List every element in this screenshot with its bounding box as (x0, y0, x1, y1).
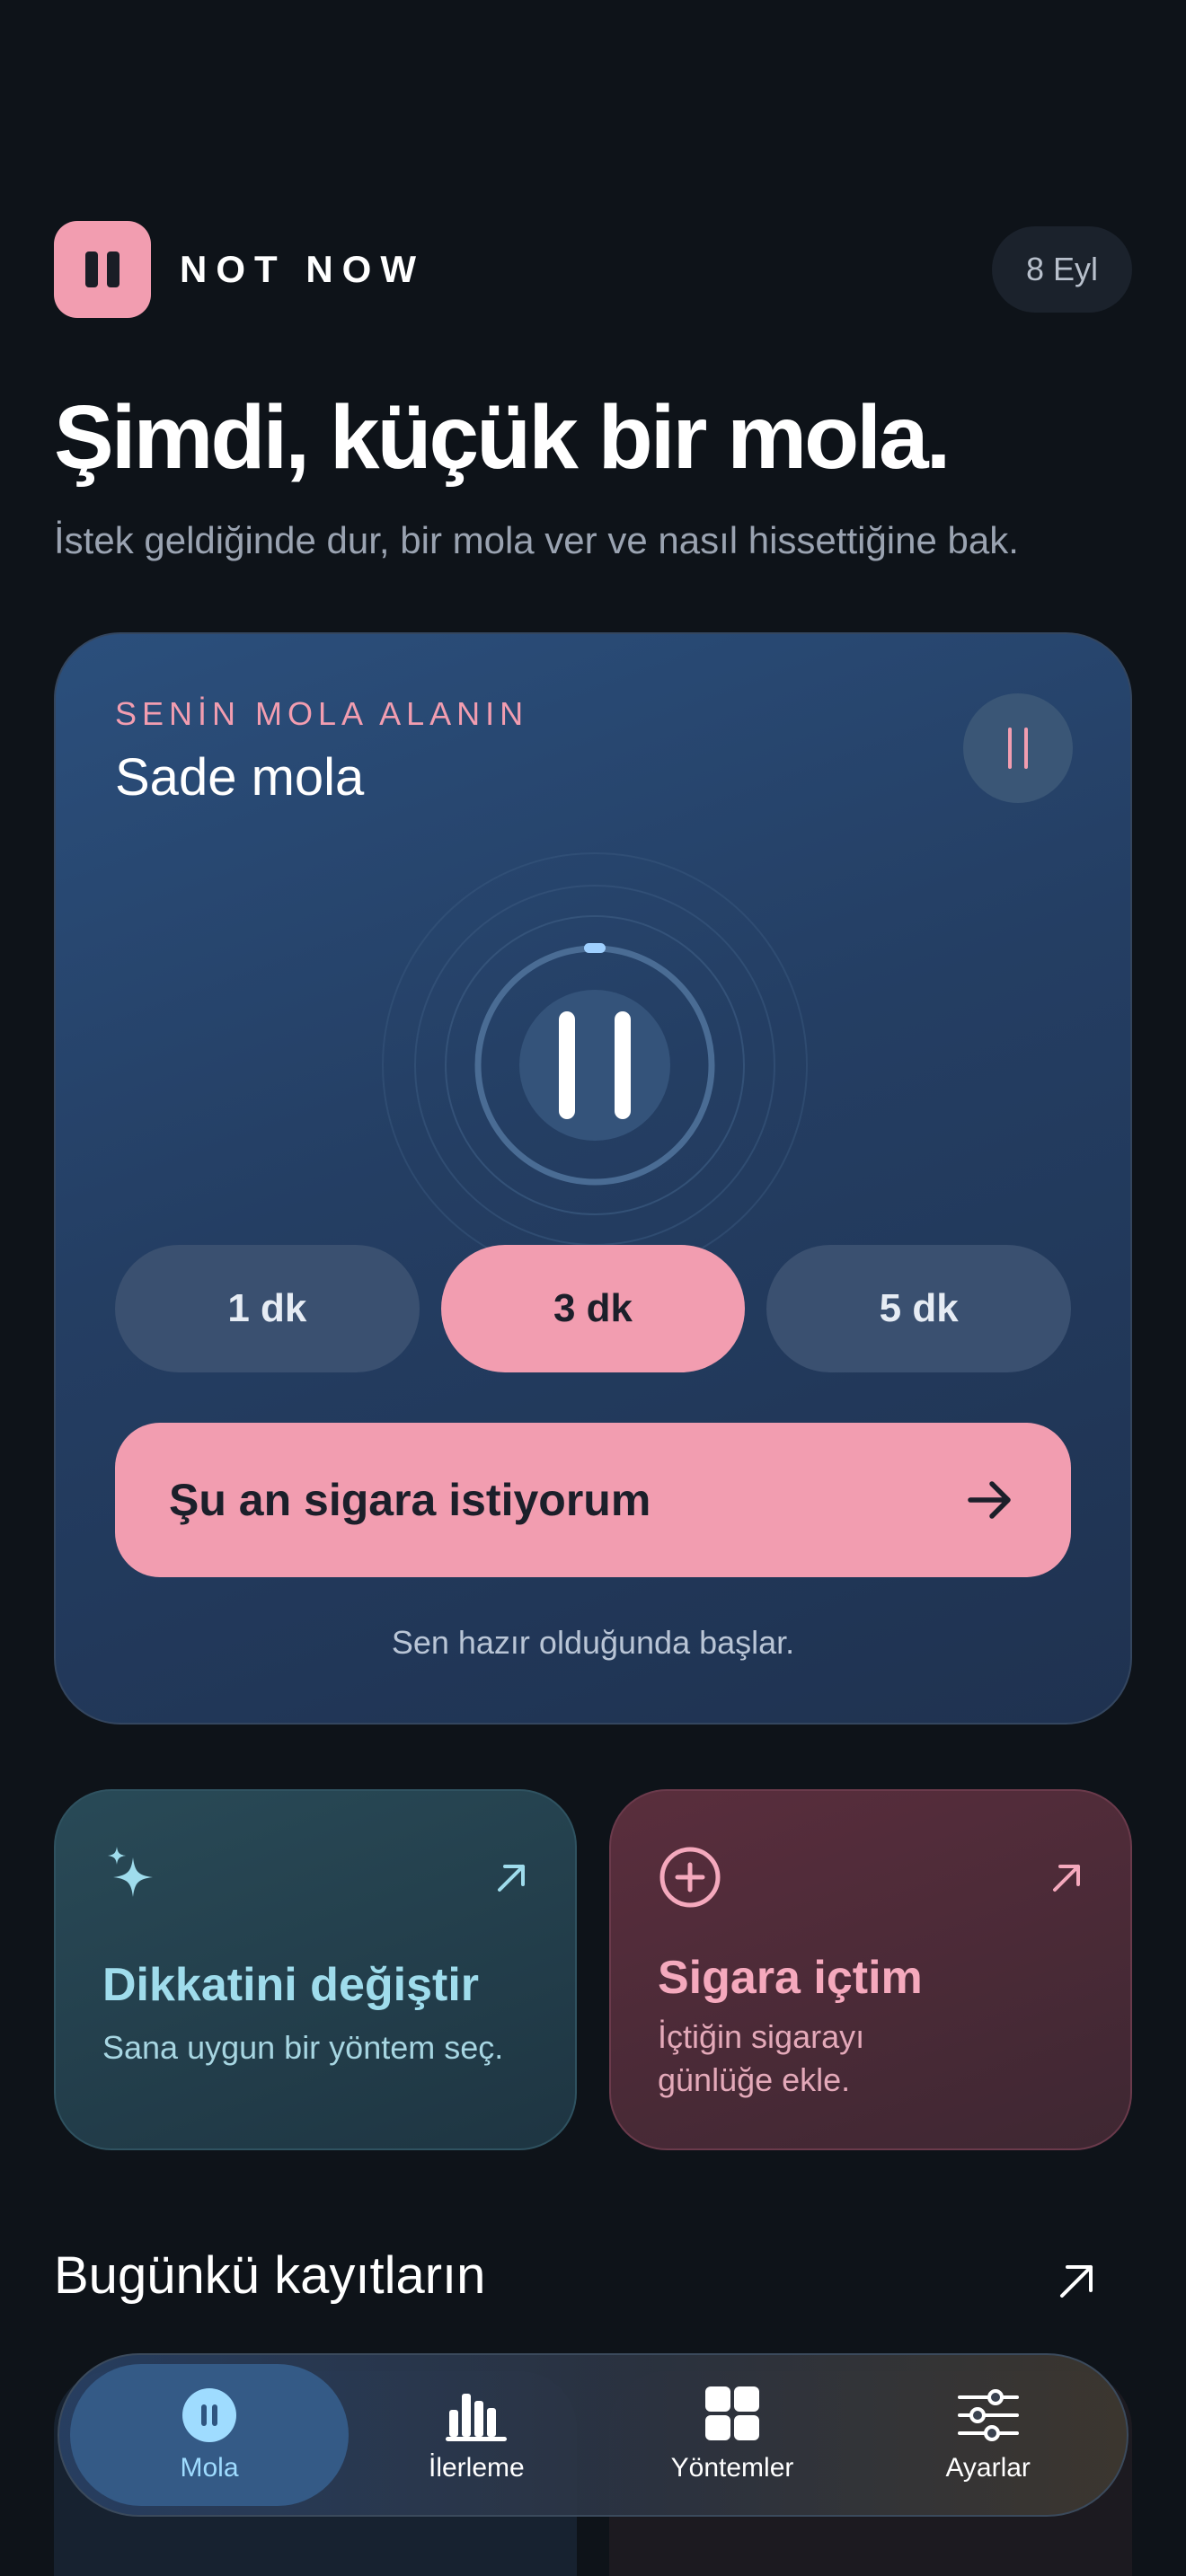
tab-bar: Mola İlerleme Yöntemler Ayarlar (58, 2353, 1128, 2517)
break-timer[interactable] (379, 850, 810, 1281)
grid-icon (705, 2386, 759, 2440)
header: NOT NOW 8 Eyl (54, 221, 1132, 318)
tab-label: Yöntemler (670, 2453, 794, 2483)
date-badge[interactable]: 8 Eyl (991, 226, 1132, 313)
smoked-card-desc: İçtiğin sigarayı günlüğe ekle. (658, 2016, 1094, 2102)
today-section-title: Bugünkü kayıtların (54, 2246, 486, 2305)
logo-pause-bar-right (107, 251, 119, 287)
arrow-right-icon (968, 1481, 1011, 1519)
smoked-card[interactable]: Sigara içtim İçtiğin sigarayı günlüğe ek… (609, 1789, 1132, 2150)
break-mode-button[interactable] (963, 693, 1073, 803)
craving-button-label: Şu an sigara istiyorum (169, 1475, 651, 1525)
smoked-card-title: Sigara içtim (658, 1952, 923, 2004)
app-logo (54, 221, 151, 318)
sparkles-icon (108, 1847, 153, 1897)
card-eyebrow: SENİN MOLA ALANIN (115, 695, 529, 732)
tab-ilerleme[interactable]: İlerleme (349, 2364, 605, 2506)
arrow-up-right-icon (498, 1865, 525, 1892)
tab-label: İlerleme (428, 2453, 525, 2483)
arrow-up-right-icon (1053, 1865, 1080, 1892)
tab-ayarlar[interactable]: Ayarlar (860, 2364, 1116, 2506)
card-footer-text: Sen hazır olduğunda başlar. (391, 1624, 795, 1661)
duration-5-min[interactable]: 5 dk (766, 1245, 1072, 1372)
tab-label: Ayarlar (945, 2453, 1031, 2483)
craving-button[interactable]: Şu an sigara istiyorum (115, 1423, 1071, 1577)
tab-yontemler[interactable]: Yöntemler (605, 2364, 861, 2506)
pause-circle-icon (182, 2388, 236, 2442)
sliders-icon (957, 2389, 1019, 2441)
logo-pause-bar-left (85, 251, 98, 287)
timer-ring-icon (382, 852, 808, 1278)
duration-selector: 1 dk 3 dk 5 dk (115, 1245, 1072, 1372)
smoked-card-desc-line1: İçtiğin sigarayı (658, 2018, 865, 2055)
card-title: Sade mola (115, 748, 365, 807)
plus-circle-icon (659, 1847, 721, 1908)
distract-card-desc: Sana uygun bir yöntem seç. (102, 2029, 504, 2066)
brand-name: NOT NOW (180, 248, 425, 290)
app-screen: NOT NOW 8 Eyl Şimdi, küçük bir mola. İst… (0, 0, 1186, 2576)
distract-card-title: Dikkatini değiştir (102, 1959, 479, 2011)
page-title: Şimdi, küçük bir mola. (54, 387, 951, 488)
break-card: SENİN MOLA ALANIN Sade mola 1 dk 3 dk 5 … (54, 632, 1132, 1725)
duration-1-min[interactable]: 1 dk (115, 1245, 420, 1372)
tab-label: Mola (180, 2453, 239, 2483)
distract-card[interactable]: Dikkatini değiştir Sana uygun bir yöntem… (54, 1789, 577, 2150)
arrow-up-right-icon[interactable] (1055, 2260, 1098, 2303)
page-subtitle: İstek geldiğinde dur, bir mola ver ve na… (54, 519, 1019, 561)
tab-mola[interactable]: Mola (70, 2364, 349, 2506)
duration-3-min[interactable]: 3 dk (440, 1245, 746, 1372)
bar-chart-icon (446, 2394, 508, 2441)
pause-icon (1008, 728, 1012, 769)
smoked-card-desc-line2: günlüğe ekle. (658, 2061, 851, 2098)
